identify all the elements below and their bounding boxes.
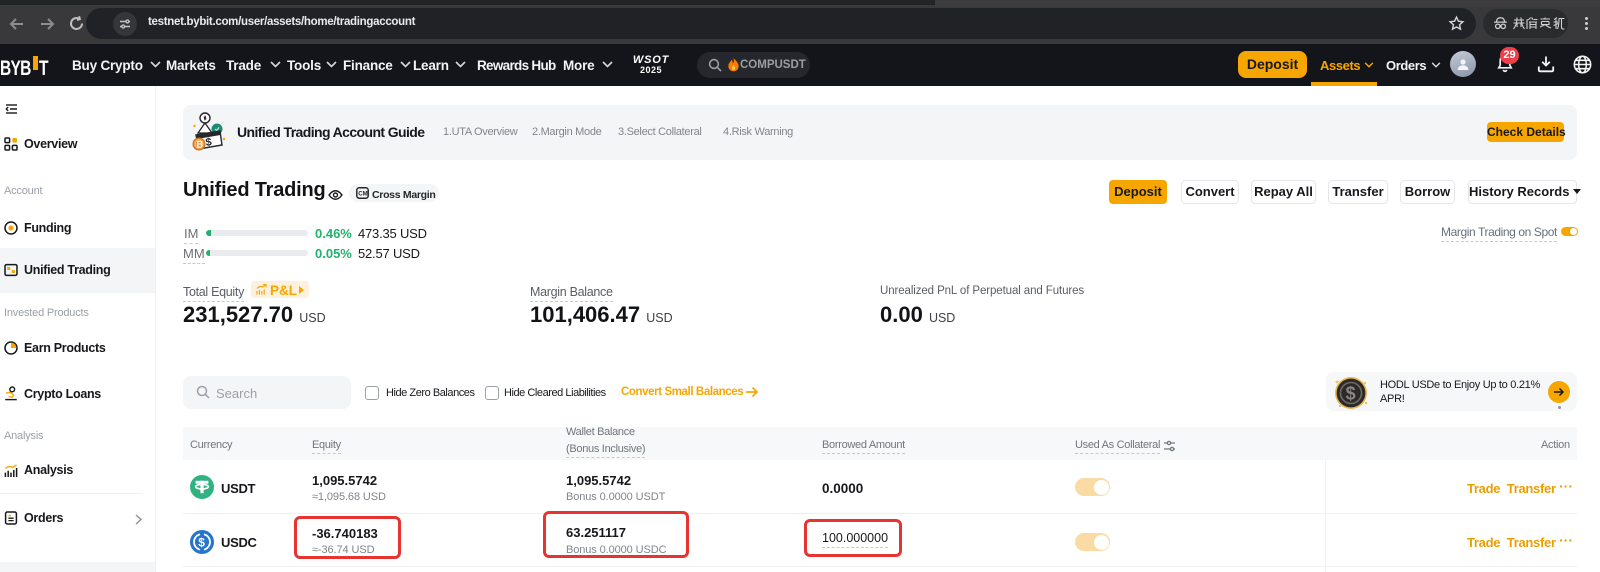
svg-text:CM: CM — [358, 192, 367, 198]
svg-text:$: $ — [1346, 384, 1356, 404]
svg-text:B: B — [197, 140, 204, 150]
svg-text:$: $ — [198, 535, 205, 549]
